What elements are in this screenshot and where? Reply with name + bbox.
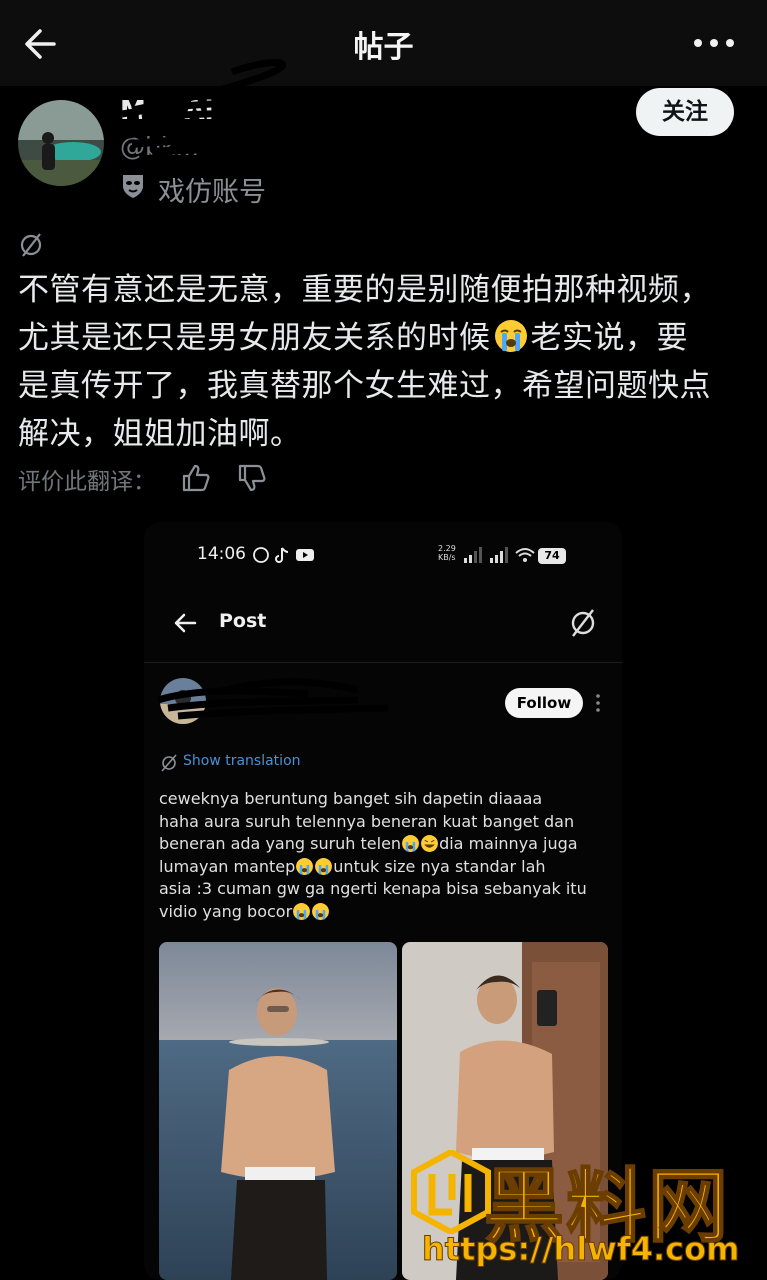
author-name[interactable]: M... Al (120, 96, 214, 126)
post-line: 是真传开了，我真替那个女生难过，希望问题快点 (18, 368, 711, 404)
embed-post-text: ceweknya beruntung banget sih dapetin di… (159, 788, 609, 923)
follow-button[interactable]: 关注 (636, 88, 734, 136)
watermark-logo (411, 1150, 491, 1234)
crying-face-icon (312, 902, 330, 920)
embed-line: lumayan mantep (159, 856, 296, 876)
mask-icon (123, 175, 143, 198)
embed-line: beneran ada yang suruh telen (159, 834, 402, 853)
crying-face-icon (402, 835, 420, 852)
post-line: 解决，姐姐加油啊。 (18, 416, 302, 452)
net-speed: 2.29 KB/s (438, 544, 456, 562)
crying-face-icon (315, 857, 333, 875)
post-line: 老实说，要 (530, 320, 688, 356)
translate-icon (20, 233, 42, 257)
embed-line: haha aura suruh telennya beneran kuat ba… (159, 811, 575, 831)
avatar[interactable] (18, 100, 104, 186)
show-translation-link[interactable]: Show translation (183, 753, 301, 769)
thumbs-up-icon[interactable] (180, 462, 212, 494)
post-line: 不管有意还是无意，重要的是别随便拍那种视频， (18, 272, 711, 308)
embed-line: untuk size nya standar lah (333, 856, 546, 876)
embed-line: dia mainnya juga (439, 834, 578, 853)
embed-line: ceweknya beruntung banget sih dapetin di… (159, 789, 543, 808)
embed-follow-button[interactable]: Follow (505, 688, 583, 718)
post-text: 不管有意还是无意，重要的是别随便拍那种视频， 尤其是还只是男女朋友关系的时候 老… (18, 266, 753, 458)
status-time: 14:06 (197, 544, 246, 564)
more-horizontal-icon[interactable] (692, 28, 736, 58)
page-title: 帖子 (353, 30, 414, 65)
more-vertical-icon[interactable] (594, 692, 602, 714)
net-speed-value: 2.29 (438, 544, 456, 553)
translate-icon (161, 754, 177, 772)
net-speed-unit: KB/s (438, 553, 456, 562)
author-handle: @bk... (120, 132, 200, 161)
divider (144, 662, 622, 663)
battery-level: 74 (538, 548, 566, 564)
rofl-face-icon (421, 835, 439, 852)
notification-icons (253, 547, 314, 563)
arrow-left-icon[interactable] (172, 610, 198, 636)
redaction-scribble (158, 678, 389, 720)
embed-line: asia :3 cuman gw ga ngerti kenapa bisa s… (159, 879, 587, 898)
post-photo[interactable] (159, 942, 397, 1280)
crying-face-icon (293, 902, 311, 920)
embed-line: vidio yang bocor (159, 901, 293, 921)
rate-translation-label: 评价此翻译： (18, 469, 156, 495)
parody-label: 戏仿账号 (158, 177, 266, 208)
translate-icon[interactable] (568, 608, 598, 638)
crying-face-icon (494, 320, 527, 352)
crying-face-icon (296, 857, 314, 875)
thumbs-down-icon[interactable] (236, 462, 268, 494)
post-line: 尤其是还只是男女朋友关系的时候 (18, 320, 491, 356)
watermark-url: https://hlwf4.com (421, 1230, 740, 1269)
embed-nav-title: Post (219, 610, 267, 632)
